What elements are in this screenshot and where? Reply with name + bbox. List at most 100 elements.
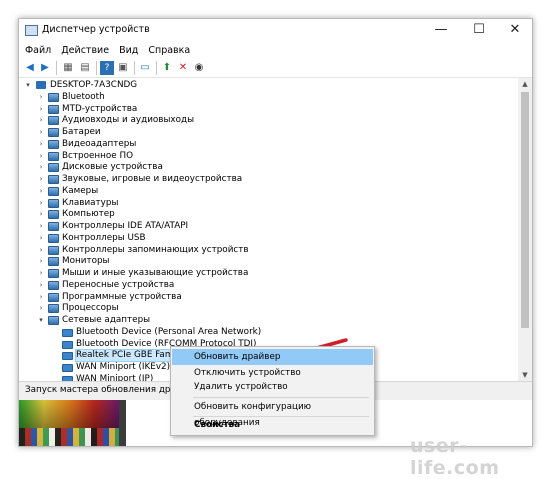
- tree-item-label: Процессоры: [62, 303, 119, 314]
- expand-arrow-icon[interactable]: ›: [37, 174, 45, 185]
- tree-item-label: Видеоадаптеры: [62, 138, 137, 149]
- device-category-icon: [48, 269, 59, 278]
- menu-item-update-driver[interactable]: Обновить драйвер: [172, 349, 373, 365]
- tree-category[interactable]: › Звуковые, игровые и видеоустройства: [19, 174, 517, 185]
- tree-category[interactable]: › Процессоры: [19, 303, 517, 314]
- scroll-thumb[interactable]: [521, 92, 529, 328]
- help-icon[interactable]: ?: [100, 61, 114, 75]
- expand-arrow-icon[interactable]: ›: [37, 162, 45, 173]
- scroll-up-icon[interactable]: ▲: [518, 78, 532, 90]
- expand-arrow-icon[interactable]: ›: [37, 139, 45, 150]
- menu-item-properties[interactable]: Свойства: [172, 417, 373, 433]
- menu-help[interactable]: Справка: [143, 43, 195, 59]
- expand-arrow-icon[interactable]: ›: [37, 115, 45, 126]
- expand-arrow-icon[interactable]: ›: [37, 221, 45, 232]
- tree-category[interactable]: › Камеры: [19, 186, 517, 197]
- tree-network-adapter[interactable]: Bluetooth Device (Personal Area Network): [19, 327, 517, 338]
- tree-category[interactable]: › Компьютер: [19, 209, 517, 220]
- vertical-scrollbar[interactable]: ▲ ▼: [518, 78, 532, 381]
- device-category-icon: [48, 257, 59, 267]
- tree-category[interactable]: › Переносные устройства: [19, 280, 517, 291]
- expand-arrow-icon[interactable]: ›: [37, 292, 45, 303]
- device-category-icon: [48, 151, 59, 161]
- toolbar: ◀ ▶ ▦ ▤ ? ▣ ▭ ⬆ ✕ ◉: [19, 59, 532, 78]
- tree-category[interactable]: › Мониторы: [19, 256, 517, 267]
- expand-arrow-icon[interactable]: ›: [37, 104, 45, 115]
- tree-category[interactable]: ▾ Сетевые адаптеры: [19, 315, 517, 326]
- expand-arrow-icon[interactable]: ›: [37, 92, 45, 103]
- expand-arrow-icon[interactable]: ›: [37, 256, 45, 267]
- menu-file[interactable]: Файл: [19, 43, 56, 59]
- scroll-down-icon[interactable]: ▼: [518, 369, 532, 381]
- tree-category[interactable]: › Батареи: [19, 127, 517, 138]
- device-category-icon: [48, 198, 59, 208]
- hide-icon[interactable]: ▤: [78, 61, 92, 75]
- uninstall-icon[interactable]: ✕: [176, 61, 190, 75]
- window-title: Диспетчер устройств: [42, 24, 150, 35]
- expand-arrow-icon[interactable]: ›: [37, 303, 45, 314]
- computer-icon: [36, 81, 46, 89]
- monitor-icon[interactable]: ▭: [138, 61, 152, 75]
- expand-arrow-icon[interactable]: ›: [37, 127, 45, 138]
- tree-category[interactable]: › Встроенное ПО: [19, 151, 517, 162]
- tree-item-label: Аудиовходы и аудиовыходы: [62, 115, 195, 126]
- watermark: user-life.com: [410, 435, 500, 479]
- device-category-icon: [48, 92, 59, 102]
- tree-category[interactable]: › Контроллеры запоминающих устройств: [19, 245, 517, 256]
- expand-arrow-icon[interactable]: ›: [37, 233, 45, 244]
- collapse-arrow-icon[interactable]: ▾: [24, 80, 32, 91]
- forward-icon[interactable]: ▶: [38, 61, 52, 75]
- tree-item-label: Батареи: [62, 127, 101, 137]
- update-driver-icon[interactable]: ⬆: [160, 61, 174, 75]
- menu-bar: Файл Действие Вид Справка: [19, 43, 532, 59]
- expand-arrow-icon[interactable]: ›: [37, 198, 45, 209]
- menu-view[interactable]: Вид: [114, 43, 143, 59]
- back-icon[interactable]: ◀: [23, 61, 37, 75]
- menu-action[interactable]: Действие: [56, 43, 114, 59]
- tree-category[interactable]: › Контроллеры USB: [19, 233, 517, 244]
- properties-icon[interactable]: ▦: [61, 61, 75, 75]
- tree-item-label: Bluetooth Device (Personal Area Network): [76, 326, 262, 337]
- menu-item-scan-hardware[interactable]: Обновить конфигурацию оборудования: [172, 399, 373, 428]
- expand-arrow-icon[interactable]: ›: [37, 268, 45, 279]
- device-category-icon: [48, 233, 59, 243]
- tree-item-label: Сетевые адаптеры: [62, 315, 151, 325]
- tree-item-label: Контроллеры запоминающих устройств: [62, 244, 249, 255]
- device-category-icon: [48, 186, 59, 196]
- minimize-button[interactable]: —: [423, 19, 459, 43]
- tree-item-label: Компьютер: [62, 209, 115, 220]
- tree-item-label: Встроенное ПО: [62, 150, 134, 161]
- tree-category[interactable]: › Видеоадаптеры: [19, 139, 517, 150]
- expand-arrow-icon[interactable]: ›: [37, 209, 45, 220]
- maximize-button[interactable]: ☐: [461, 19, 497, 43]
- expand-arrow-icon[interactable]: ›: [37, 245, 45, 256]
- tree-item-label: Звуковые, игровые и видеоустройства: [62, 174, 243, 184]
- view-icon[interactable]: ▣: [116, 61, 130, 75]
- network-adapter-icon: [62, 364, 73, 372]
- tree-item-label: Мыши и иные указывающие устройства: [62, 268, 249, 278]
- tree-root[interactable]: ▾ DESKTOP-7A3CNDG: [19, 80, 517, 91]
- collapse-arrow-icon[interactable]: ▾: [37, 315, 45, 326]
- close-button[interactable]: ✕: [497, 19, 532, 43]
- network-adapter-icon: [62, 352, 73, 361]
- tree-category[interactable]: › Дисковые устройства: [19, 162, 517, 173]
- tree-category[interactable]: › Программные устройства: [19, 292, 517, 303]
- tree-category[interactable]: › Аудиовходы и аудиовыходы: [19, 115, 517, 126]
- tree-category[interactable]: › Bluetooth: [19, 92, 517, 103]
- expand-arrow-icon[interactable]: ›: [37, 280, 45, 291]
- device-category-icon: [48, 139, 59, 149]
- tree-category[interactable]: › Мыши и иные указывающие устройства: [19, 268, 517, 279]
- expand-arrow-icon[interactable]: ›: [37, 186, 45, 197]
- context-menu: Обновить драйвер Отключить устройство Уд…: [170, 346, 375, 436]
- tree-category[interactable]: › Контроллеры IDE ATA/ATAPI: [19, 221, 517, 232]
- tree-category[interactable]: › MTD-устройства: [19, 104, 517, 115]
- device-category-icon: [48, 175, 59, 184]
- expand-arrow-icon[interactable]: ›: [37, 151, 45, 162]
- menu-item-uninstall-device[interactable]: Удалить устройство: [172, 379, 373, 395]
- scan-icon[interactable]: ◉: [192, 61, 206, 75]
- tree-category[interactable]: › Клавиатуры: [19, 198, 517, 209]
- device-category-icon: [48, 304, 59, 314]
- color-swatches-image: [19, 428, 119, 446]
- tree-item-label: Программные устройства: [62, 291, 182, 302]
- network-adapter-icon: [62, 340, 73, 349]
